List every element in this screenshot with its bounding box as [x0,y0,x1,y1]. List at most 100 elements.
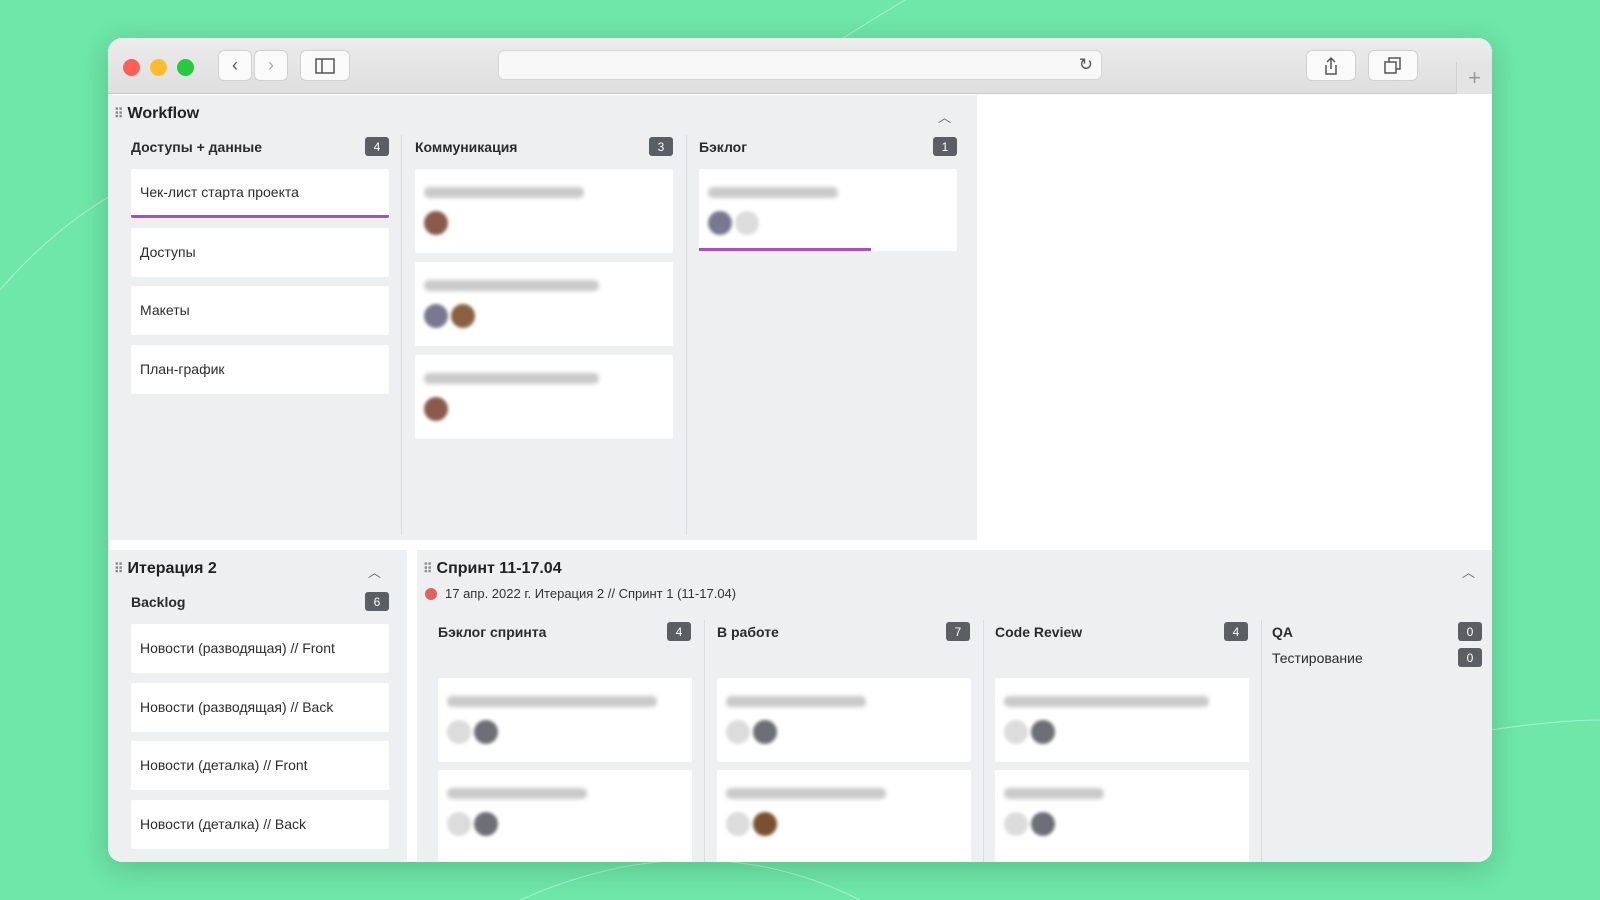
back-button[interactable]: ‹ [218,50,252,81]
task-card[interactable] [717,770,971,862]
avatar [474,720,498,744]
progress-bar [699,248,871,251]
tabs-icon [1384,56,1401,74]
task-card[interactable]: Макеты [131,286,389,335]
avatar [447,720,471,744]
card-title: Новости (разводящая) // Back [140,699,334,715]
drag-handle-icon[interactable]: ⠿ [423,561,432,577]
task-card[interactable] [415,169,673,253]
blurred-title [447,788,587,799]
blurred-title [447,696,657,707]
column-title: Code Review [995,624,1083,640]
task-card[interactable]: Доступы [131,228,389,277]
task-card[interactable] [717,678,971,762]
collapse-icon[interactable]: ︿ [1462,562,1475,581]
column-title: Бэклог [699,139,748,155]
avatar [753,720,777,744]
task-card[interactable]: Чек-лист старта проекта [131,169,389,218]
column-title: QA [1272,624,1293,640]
count-badge: 4 [1224,622,1248,641]
blurred-title [1004,696,1209,707]
workflow-title: Workflow [127,105,200,122]
chevron-left-icon: ‹ [232,55,238,75]
task-card[interactable] [438,678,692,762]
avatar [474,812,498,836]
task-card[interactable]: Новости (разводящая) // Front [131,624,389,673]
avatar [1031,720,1055,744]
column-title: Коммуникация [415,139,518,155]
task-card[interactable] [438,770,692,862]
avatar [1004,812,1028,836]
blurred-title [726,788,886,799]
card-title: Чек-лист старта проекта [140,184,299,200]
blurred-title [726,696,866,707]
avatar [708,211,732,235]
tabs-overview-button[interactable] [1368,50,1418,81]
column-divider [704,620,705,862]
forward-button[interactable]: › [254,50,288,81]
count-badge: 7 [946,622,970,641]
subcolumn-title: Тестирование [1272,650,1363,666]
share-icon [1325,56,1337,75]
target-icon [425,587,437,600]
minimize-window-button[interactable] [150,59,167,76]
column-title: Доступы + данные [131,139,262,155]
task-card[interactable] [995,678,1249,762]
card-title: Новости (деталка) // Back [140,816,307,832]
sidebar-toggle-button[interactable] [300,50,350,81]
close-window-button[interactable] [123,59,140,76]
card-title: План-график [140,361,225,377]
plus-icon: + [1468,65,1481,90]
chevron-right-icon: › [268,55,274,75]
task-card[interactable]: Новости (разводящая) // Back [131,683,389,732]
column-divider [686,135,687,535]
sprint-header: ⠿ Спринт 11-17.04 [423,560,562,578]
drag-handle-icon[interactable]: ⠿ [114,106,123,122]
avatar [447,812,471,836]
address-bar[interactable]: ↻ [498,50,1102,80]
share-button[interactable] [1306,50,1356,81]
card-title: Макеты [140,302,190,318]
blurred-title [424,280,599,291]
task-card[interactable] [995,770,1249,862]
page-content: ⠿ Workflow ︿ Доступы + данные 4 Чек-лист… [108,95,1492,862]
reload-icon[interactable]: ↻ [1079,55,1093,75]
task-card[interactable]: Новости (деталка) // Front [131,741,389,790]
task-card[interactable] [699,169,957,251]
avatar [753,812,777,836]
maximize-window-button[interactable] [177,59,194,76]
card-title: Новости (деталка) // Front [140,757,308,773]
new-tab-button[interactable]: + [1456,62,1492,94]
avatar [451,304,475,328]
sprint-title: Спринт 11-17.04 [436,560,562,577]
avatar [726,720,750,744]
task-card[interactable]: Новости (деталка) // Back [131,800,389,849]
avatar [735,211,759,235]
iteration-header: ⠿ Итерация 2 [114,560,217,578]
column-divider [1261,620,1262,862]
column-title: Бэклог спринта [438,624,547,640]
sprint-meta-text: 17 апр. 2022 г. Итерация 2 // Спринт 1 (… [445,586,737,601]
workflow-panel: ⠿ Workflow ︿ Доступы + данные 4 Чек-лист… [108,95,977,540]
workflow-header: ⠿ Workflow [114,105,199,123]
task-card[interactable] [415,262,673,346]
collapse-icon[interactable]: ︿ [368,562,381,581]
task-card[interactable]: План-график [131,345,389,394]
blurred-title [1004,788,1104,799]
count-badge: 4 [667,622,691,641]
column-title: В работе [717,624,779,640]
drag-handle-icon[interactable]: ⠿ [114,561,123,577]
card-title: Новости (разводящая) // Front [140,640,335,656]
count-badge: 3 [649,137,673,156]
column-divider [983,620,984,862]
browser-toolbar: ‹ › ↻ + [108,38,1492,94]
count-badge: 0 [1458,648,1482,667]
sprint-meta: 17 апр. 2022 г. Итерация 2 // Спринт 1 (… [425,586,736,601]
task-card[interactable] [415,355,673,439]
browser-window: ‹ › ↻ + ⠿ Workflow ︿ Доступы + данные 4 [108,38,1492,862]
collapse-icon[interactable]: ︿ [938,107,951,126]
count-badge: 6 [365,592,389,611]
blurred-title [424,187,584,198]
column-divider [401,135,402,535]
avatar [1031,812,1055,836]
